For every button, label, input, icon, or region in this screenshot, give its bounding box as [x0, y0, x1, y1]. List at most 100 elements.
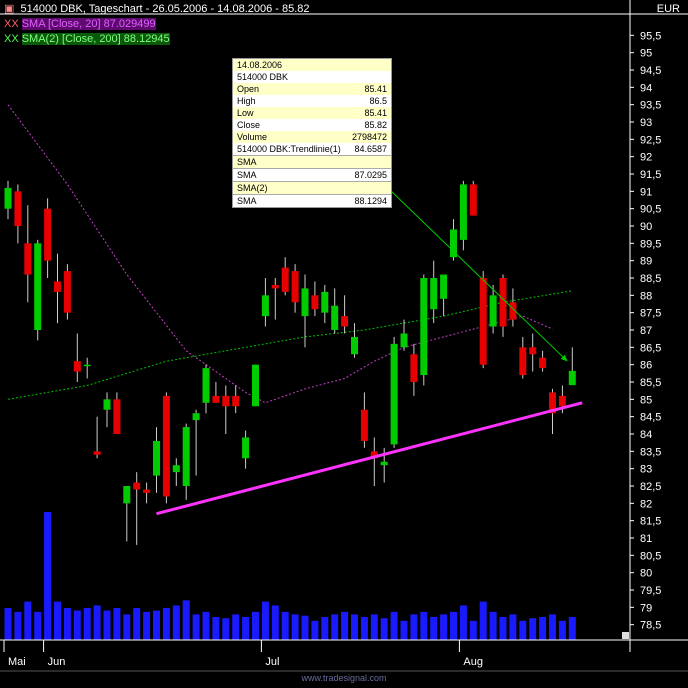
candle-up [192, 413, 200, 421]
volume-bar [479, 601, 487, 640]
y-tick-label: 91,5 [640, 169, 661, 181]
legend-sma20[interactable]: XX SMA [Close, 20] 87.029499 [4, 18, 156, 31]
volume-bar [519, 620, 527, 640]
candle-down [54, 281, 61, 292]
y-tick-label: 81,5 [640, 516, 661, 528]
volume-bar [54, 601, 61, 640]
candle-up [400, 333, 408, 348]
tooltip-label: SMA [237, 157, 257, 167]
volume-bar [331, 614, 339, 640]
volume-bar [489, 611, 497, 640]
volume-bar [420, 611, 428, 640]
tooltip-row: 514000 DBK:Trendlinie(1) 84.6587 [233, 143, 391, 155]
y-tick-label: 84 [640, 429, 652, 441]
data-tooltip: 14.08.2006 514000 DBK Open 85.41 High 86.5 L… [232, 58, 392, 208]
candle-down [341, 316, 349, 327]
candle-down [212, 395, 220, 403]
volume-bar [34, 611, 42, 640]
volume-bar [192, 614, 200, 640]
tooltip-value: 85.41 [364, 84, 387, 94]
volume-bar [24, 601, 32, 640]
volume-bar [558, 620, 566, 640]
candle-down [24, 243, 32, 275]
candle-up [242, 437, 250, 459]
volume-bar [351, 614, 358, 640]
tooltip-value: 88.1294 [354, 196, 387, 206]
volume-bar [430, 616, 438, 640]
x-tick-label: Aug [463, 656, 483, 668]
volume-bar [261, 601, 269, 640]
candle-up [123, 486, 131, 504]
volume-bar [529, 618, 537, 640]
y-tick-label: 90 [640, 221, 652, 233]
tooltip-label: 514000 DBK:Trendlinie(1) [237, 144, 341, 154]
tooltip-row: Close 85.82 [233, 119, 391, 131]
candle-down [410, 354, 418, 382]
candle-down [281, 267, 289, 292]
candle-up [321, 291, 329, 313]
legend-sma200-label: SMA(2) [Close, 200] 88.12945 [21, 33, 170, 45]
legend-sma200[interactable]: XX SMA(2) [Close, 200] 88.12945 [4, 33, 170, 46]
candle-down [73, 361, 81, 372]
volume-bar [380, 618, 388, 640]
candle-down [539, 357, 547, 369]
volume-bar [281, 611, 289, 640]
volume-bar [549, 614, 556, 640]
candle-down [162, 395, 170, 497]
y-tick-label: 80,5 [640, 550, 661, 562]
candle-up [351, 336, 358, 355]
y-tick-label: 82 [640, 498, 652, 510]
chart-title-text: 514000 DBK, Tageschart - 26.05.2006 - 14… [20, 3, 310, 15]
candle-up [420, 278, 428, 376]
y-tick-label: 90,5 [640, 204, 661, 216]
volume-bar [400, 620, 408, 640]
volume-bar [341, 611, 349, 640]
tooltip-label: SMA [237, 170, 257, 180]
currency-label: EUR [656, 3, 680, 15]
footer-brand[interactable]: www.tradesignal.com [0, 673, 688, 683]
candle-down [499, 278, 507, 327]
tooltip-row: High 86.5 [233, 95, 391, 107]
volume-bar [212, 616, 220, 640]
tooltip-value: 86.5 [369, 96, 387, 106]
volume-bar [271, 605, 279, 640]
chart-title: ▣ 514000 DBK, Tageschart - 26.05.2006 - … [4, 3, 310, 16]
candle-up [331, 305, 339, 330]
tooltip-label: Close [237, 120, 261, 130]
volume-bar [73, 610, 81, 640]
tooltip-row: SMA 87.0295 [233, 168, 391, 181]
volume-bar [459, 605, 467, 640]
y-tick-label: 93,5 [640, 100, 661, 112]
volume-bar [360, 616, 368, 640]
volume-bar [311, 620, 319, 640]
candle-down [469, 184, 477, 216]
x-tick-label: Jun [48, 656, 66, 668]
tooltip-label: Open [237, 84, 260, 94]
candle-down [133, 482, 141, 490]
title-marker-icon: ▣ [4, 3, 15, 15]
volume-bar [222, 618, 230, 640]
volume-bar [162, 608, 170, 640]
candle-up [380, 461, 388, 466]
y-tick-label: 83 [640, 464, 652, 476]
volume-bar [172, 605, 180, 640]
tooltip-symbol: 514000 DBK [237, 72, 289, 82]
tooltip-row: Low 85.41 [233, 107, 391, 119]
candle-down [479, 278, 487, 365]
volume-bar [469, 620, 477, 640]
candle-up [202, 368, 210, 403]
candle-down [271, 284, 279, 289]
y-tick-label: 86 [640, 360, 652, 372]
volume-bar [103, 610, 111, 640]
volume-bar [568, 616, 576, 640]
volume-bar [410, 614, 418, 640]
candle-up [252, 364, 259, 407]
candle-down [14, 191, 22, 226]
tooltip-label: Low [237, 108, 254, 118]
candle-down [63, 271, 71, 313]
candle-down [291, 271, 299, 303]
x-tick-label: Jul [265, 656, 279, 668]
y-tick-label: 95 [640, 48, 652, 60]
candle-down [519, 347, 527, 376]
candle-up [459, 184, 467, 240]
